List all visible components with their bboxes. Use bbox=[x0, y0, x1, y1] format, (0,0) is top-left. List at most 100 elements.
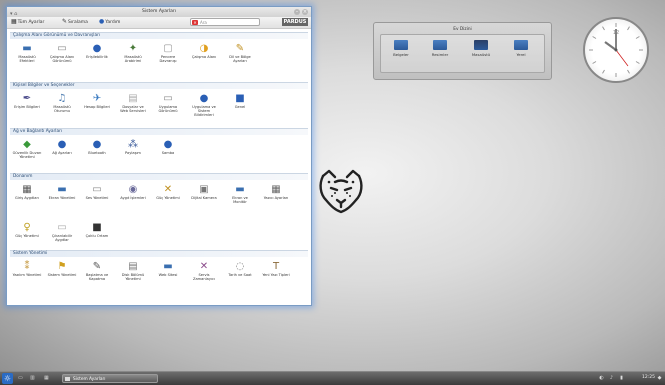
section-header: Ağ ve Bağlantı Ayarları bbox=[10, 128, 308, 135]
settings-section: Kişisel Bilgiler ve Seçenekler ✒ Erişim Bi… bbox=[10, 82, 308, 117]
settings-section: Ağ ve Bağlantı Ayarları ◆ Güvenlik Duvarı … bbox=[10, 128, 308, 159]
settings-module[interactable]: ♀ Güç Yönetimi bbox=[12, 222, 42, 238]
settings-module[interactable]: ▬ Web Sitesi bbox=[153, 261, 183, 277]
battery-tray-icon[interactable]: ▮ bbox=[618, 375, 625, 382]
settings-module[interactable]: ▤ Dosyalar ve Web Servisleri bbox=[118, 93, 148, 113]
settings-module[interactable]: ● Erişilebilirlik bbox=[82, 43, 112, 59]
desktop-tools-icon: ✦ bbox=[128, 43, 138, 54]
settings-module[interactable]: ✕ Servis Zamanlayıcı bbox=[189, 261, 219, 281]
settings-module[interactable]: ▭ Çıkarılabilir Aygıtlar bbox=[47, 222, 77, 242]
settings-module[interactable]: ● Uygulama ve Sistem Bildirimleri bbox=[189, 93, 219, 117]
settings-module-label: Masaüstü Arabirimi bbox=[124, 55, 142, 63]
settings-module-label: Ekran Yönetimi bbox=[48, 196, 76, 200]
settings-module[interactable]: ✎ Dil ve Bölge Ayarları bbox=[225, 43, 255, 63]
pardus-leopard-logo bbox=[319, 169, 363, 214]
settings-module[interactable]: ▬ Ekran Yönetimi bbox=[47, 184, 77, 200]
search-input[interactable]: ✕ Ara bbox=[190, 18, 260, 26]
folder-item[interactable]: Yerel bbox=[506, 40, 536, 57]
settings-module-label: Servis Zamanlayıcı bbox=[193, 273, 215, 281]
settings-module[interactable]: ▦ Yazıcı Ayarları bbox=[261, 184, 291, 200]
window-icon bbox=[65, 377, 70, 381]
settings-module-label: Güç Yönetimi bbox=[156, 196, 180, 200]
settings-module[interactable]: ▬ Masaüstü Efektleri bbox=[12, 43, 42, 63]
settings-module[interactable]: ▤ Disk Bölümü Yönetimi bbox=[118, 261, 148, 281]
settings-module[interactable]: ▭ Çalışma Alanı Görünümü bbox=[47, 43, 77, 63]
settings-module-label: Ses Yönetimi bbox=[85, 196, 109, 200]
clear-search-icon[interactable]: ✕ bbox=[192, 20, 198, 25]
folder-label: Yerel bbox=[516, 52, 526, 57]
settings-module[interactable]: ⁂ Paylaşım bbox=[118, 139, 148, 155]
panel-settings-icon[interactable]: ◆ bbox=[656, 375, 663, 382]
second-hand bbox=[615, 49, 629, 67]
folder-label: Belgeler bbox=[393, 52, 409, 57]
network-tray-icon[interactable]: ◐ bbox=[598, 375, 605, 382]
settings-module[interactable]: ▢ Pencere Davranışı bbox=[153, 43, 183, 63]
sort-button[interactable]: ✎ Sıralama bbox=[62, 19, 88, 25]
settings-section: Çalışma Alanı Görünümü ve Davranışları ▬ M… bbox=[10, 32, 308, 63]
settings-module[interactable]: ✦ Masaüstü Arabirimi bbox=[118, 43, 148, 63]
overview-button[interactable]: ▦ Tüm Ayarlar bbox=[11, 19, 44, 25]
folder-label: Masaüstü bbox=[471, 52, 491, 57]
settings-module-label: Dosyalar ve Web Servisleri bbox=[120, 105, 146, 113]
settings-module[interactable]: ◉ Aygıt İşlemleri bbox=[118, 184, 148, 200]
monitor-icon: ▬ bbox=[22, 43, 32, 54]
close-button[interactable]: × bbox=[302, 9, 308, 15]
pager-icon-2[interactable]: ▦ bbox=[44, 375, 49, 382]
settings-module[interactable]: ✒ Erişim Bilgileri bbox=[12, 93, 42, 109]
software-icon: ⁑ bbox=[24, 261, 30, 272]
system-settings-window: ▾ ⌂ Sistem Ayarları – × ▦ Tüm Ayarlar ✎ … bbox=[6, 6, 312, 306]
settings-module[interactable]: ◑ Çalışma Alanı bbox=[189, 43, 219, 59]
settings-module-label: Aygıt İşlemleri bbox=[120, 196, 146, 200]
settings-module[interactable]: ■ Çoklu Ortam bbox=[82, 222, 112, 238]
settings-module[interactable]: ✈ Hesap Bilgileri bbox=[82, 93, 112, 109]
settings-module[interactable]: ▦ Giriş Aygıtları bbox=[12, 184, 42, 200]
settings-module[interactable]: ✎ Başlatma ve Kapatma bbox=[82, 261, 112, 281]
settings-module-label: Tarih ve Saat bbox=[228, 273, 252, 277]
settings-module-label: Çalışma Alanı bbox=[191, 55, 217, 59]
pager-icon[interactable]: ▥ bbox=[30, 375, 35, 382]
monitor-settings-icon: ▬ bbox=[235, 184, 245, 195]
settings-module[interactable]: ● Bluetooth bbox=[82, 139, 112, 155]
settings-content: Çalışma Alanı Görünümü ve Davranışları ▬ M… bbox=[10, 30, 308, 302]
window-titlebar[interactable]: ▾ ⌂ Sistem Ayarları – × bbox=[7, 7, 311, 17]
notifications-icon: ● bbox=[199, 93, 209, 104]
folder-item[interactable]: Masaüstü bbox=[466, 40, 496, 57]
settings-module-label: Hesap Bilgileri bbox=[84, 105, 110, 109]
files-icon: ▤ bbox=[128, 93, 138, 104]
help-button[interactable]: ● Yardım bbox=[99, 19, 120, 25]
key-icon: ✒ bbox=[22, 93, 32, 104]
settings-module[interactable]: ⚑ Sistem Yönetimi bbox=[47, 261, 77, 277]
application-launcher-button[interactable]: ☼ bbox=[2, 373, 13, 384]
disk-icon: ▤ bbox=[128, 261, 138, 272]
settings-module[interactable]: ▬ Ekran ve Monitör bbox=[225, 184, 255, 204]
settings-module[interactable]: ▣ Dijital Kamera bbox=[189, 184, 219, 200]
taskbar-item-settings[interactable]: Sistem Ayarları bbox=[62, 374, 158, 383]
folder-item[interactable]: Belgeler bbox=[386, 40, 416, 57]
locale-icon: ✎ bbox=[235, 43, 245, 54]
bluetooth-icon: ● bbox=[92, 139, 102, 150]
folder-icon bbox=[433, 40, 447, 50]
settings-module[interactable]: ◌ Tarih ve Saat bbox=[225, 261, 255, 277]
settings-module[interactable]: ♫ Masaüstü Oturumu bbox=[47, 93, 77, 113]
settings-module[interactable]: ⁑ Yazılım Yönetimi bbox=[12, 261, 42, 277]
settings-module[interactable]: T Yeni Yazı Tipleri bbox=[261, 261, 291, 277]
pardus-logo: PARDUS bbox=[282, 18, 308, 26]
settings-module-label: Çıkarılabilir Aygıtlar bbox=[51, 234, 73, 242]
minimize-button[interactable]: – bbox=[294, 9, 300, 15]
workspace-icon: ◑ bbox=[199, 43, 209, 54]
settings-module-label: Bluetooth bbox=[88, 151, 106, 155]
date-time-icon: ◌ bbox=[235, 261, 245, 272]
settings-module[interactable]: ▭ Ses Yönetimi bbox=[82, 184, 112, 200]
show-desktop-icon[interactable]: ▭ bbox=[18, 375, 23, 382]
settings-module[interactable]: ◆ Güvenlik Duvarı Yönetimi bbox=[12, 139, 42, 159]
settings-module[interactable]: ✕ Güç Yönetimi bbox=[153, 184, 183, 200]
folder-item[interactable]: Resimler bbox=[425, 40, 455, 57]
settings-module[interactable]: ▭ Uygulama Görünümü bbox=[153, 93, 183, 113]
settings-module[interactable]: ■ Genel bbox=[225, 93, 255, 109]
panel-clock[interactable]: 12:25 bbox=[642, 375, 655, 380]
settings-module[interactable]: ● Samba bbox=[153, 139, 183, 155]
settings-module[interactable]: ● Ağ Ayarları bbox=[47, 139, 77, 155]
multimedia-icon: ■ bbox=[92, 222, 102, 233]
analog-clock-widget[interactable]: 12 bbox=[583, 17, 649, 83]
volume-tray-icon[interactable]: ♪ bbox=[608, 375, 615, 382]
